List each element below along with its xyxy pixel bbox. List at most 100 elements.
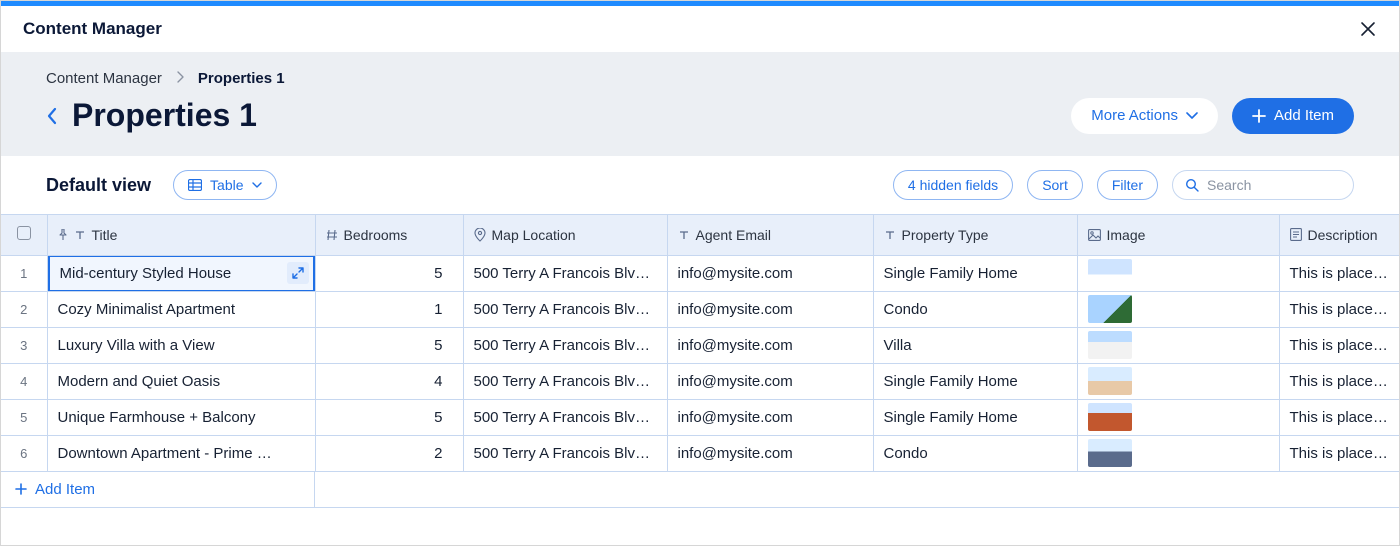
plus-icon	[15, 483, 27, 495]
image-thumbnail[interactable]	[1088, 367, 1132, 395]
cell-image[interactable]	[1077, 435, 1279, 471]
breadcrumb-root[interactable]: Content Manager	[46, 70, 162, 87]
text-type-icon	[884, 229, 896, 241]
cell-location[interactable]: 500 Terry A Francois Blvd,…	[463, 291, 667, 327]
column-header-bedrooms[interactable]: Bedrooms	[315, 215, 463, 255]
add-row-button[interactable]: Add Item	[1, 472, 315, 508]
cell-image[interactable]	[1077, 327, 1279, 363]
row-index[interactable]: 4	[1, 363, 47, 399]
column-header-ptype[interactable]: Property Type	[873, 215, 1077, 255]
image-thumbnail[interactable]	[1088, 331, 1132, 359]
cell-bedrooms[interactable]: 2	[315, 435, 463, 471]
image-thumbnail[interactable]	[1088, 403, 1132, 431]
search-input[interactable]	[1207, 177, 1388, 193]
back-arrow-icon[interactable]	[46, 107, 58, 125]
cell-email[interactable]: info@mysite.com	[667, 435, 873, 471]
search-input-wrap[interactable]	[1172, 170, 1354, 200]
more-actions-button[interactable]: More Actions	[1071, 98, 1218, 134]
table-icon	[188, 179, 202, 191]
table-row[interactable]: 3Luxury Villa with a View5500 Terry A Fr…	[1, 327, 1399, 363]
breadcrumb-current: Properties 1	[198, 70, 285, 87]
cell-bedrooms[interactable]: 4	[315, 363, 463, 399]
cell-description[interactable]: This is placeholde	[1279, 435, 1399, 471]
cell-location[interactable]: 500 Terry A Francois Blvd,…	[463, 363, 667, 399]
cell-title[interactable]: Downtown Apartment - Prime …	[47, 435, 315, 471]
cell-location[interactable]: 500 Terry A Francois Blvd,…	[463, 435, 667, 471]
richtext-type-icon	[1290, 228, 1302, 241]
layout-select-label: Table	[210, 177, 243, 193]
table-row[interactable]: 2Cozy Minimalist Apartment1500 Terry A F…	[1, 291, 1399, 327]
cell-bedrooms[interactable]: 5	[315, 399, 463, 435]
cell-image[interactable]	[1077, 399, 1279, 435]
expand-cell-icon[interactable]	[287, 262, 309, 284]
image-thumbnail[interactable]	[1088, 439, 1132, 467]
cell-property-type[interactable]: Single Family Home	[873, 363, 1077, 399]
cell-email[interactable]: info@mysite.com	[667, 327, 873, 363]
cell-property-type[interactable]: Villa	[873, 327, 1077, 363]
column-header-title[interactable]: Title	[47, 215, 315, 255]
cell-location[interactable]: 500 Terry A Francois Blvd,…	[463, 255, 667, 291]
row-index[interactable]: 1	[1, 255, 47, 291]
cell-description[interactable]: This is placeholde	[1279, 363, 1399, 399]
cell-image[interactable]	[1077, 291, 1279, 327]
sort-label: Sort	[1042, 177, 1068, 193]
row-index[interactable]: 6	[1, 435, 47, 471]
hidden-fields-label: 4 hidden fields	[908, 177, 998, 193]
number-type-icon	[326, 229, 338, 241]
cell-title[interactable]: Cozy Minimalist Apartment	[47, 291, 315, 327]
row-index[interactable]: 2	[1, 291, 47, 327]
column-header-email[interactable]: Agent Email	[667, 215, 873, 255]
column-header-location[interactable]: Map Location	[463, 215, 667, 255]
add-item-label: Add Item	[1274, 107, 1334, 124]
table-row[interactable]: 5Unique Farmhouse + Balcony5500 Terry A …	[1, 399, 1399, 435]
cell-image[interactable]	[1077, 255, 1279, 291]
chevron-down-icon	[252, 182, 262, 189]
cell-bedrooms[interactable]: 1	[315, 291, 463, 327]
cell-title[interactable]: Mid-century Styled House	[47, 255, 315, 291]
row-index[interactable]: 3	[1, 327, 47, 363]
cell-property-type[interactable]: Single Family Home	[873, 255, 1077, 291]
cell-description[interactable]: This is placeholde	[1279, 255, 1399, 291]
close-icon[interactable]	[1359, 20, 1377, 38]
table-row[interactable]: 1Mid-century Styled House5500 Terry A Fr…	[1, 255, 1399, 291]
cell-title[interactable]: Unique Farmhouse + Balcony	[47, 399, 315, 435]
cell-location[interactable]: 500 Terry A Francois Blvd,…	[463, 327, 667, 363]
column-header-image[interactable]: Image	[1077, 215, 1279, 255]
view-name: Default view	[46, 175, 151, 196]
cell-description[interactable]: This is placeholde	[1279, 327, 1399, 363]
cell-description[interactable]: This is placeholde	[1279, 399, 1399, 435]
cell-title[interactable]: Modern and Quiet Oasis	[47, 363, 315, 399]
breadcrumb: Content Manager Properties 1	[46, 70, 1354, 87]
image-thumbnail[interactable]	[1088, 259, 1132, 287]
cell-property-type[interactable]: Condo	[873, 291, 1077, 327]
add-item-button[interactable]: Add Item	[1232, 98, 1354, 134]
row-index[interactable]: 5	[1, 399, 47, 435]
cell-image[interactable]	[1077, 363, 1279, 399]
image-thumbnail[interactable]	[1088, 295, 1132, 323]
cell-description[interactable]: This is placeholde	[1279, 291, 1399, 327]
table-row[interactable]: 4Modern and Quiet Oasis4500 Terry A Fran…	[1, 363, 1399, 399]
cell-bedrooms[interactable]: 5	[315, 327, 463, 363]
layout-select[interactable]: Table	[173, 170, 276, 200]
location-type-icon	[474, 228, 486, 242]
cell-email[interactable]: info@mysite.com	[667, 291, 873, 327]
cell-email[interactable]: info@mysite.com	[667, 255, 873, 291]
cell-location[interactable]: 500 Terry A Francois Blvd,…	[463, 399, 667, 435]
cell-email[interactable]: info@mysite.com	[667, 399, 873, 435]
text-type-icon	[678, 229, 690, 241]
cell-bedrooms[interactable]: 5	[315, 255, 463, 291]
cell-property-type[interactable]: Single Family Home	[873, 399, 1077, 435]
sort-button[interactable]: Sort	[1027, 170, 1083, 200]
hidden-fields-button[interactable]: 4 hidden fields	[893, 170, 1013, 200]
checkbox-icon[interactable]	[17, 226, 31, 240]
more-actions-label: More Actions	[1091, 107, 1178, 124]
chevron-right-icon	[176, 70, 184, 87]
column-header-description[interactable]: Description	[1279, 215, 1399, 255]
select-all-header[interactable]	[1, 215, 47, 255]
cell-property-type[interactable]: Condo	[873, 435, 1077, 471]
cell-title[interactable]: Luxury Villa with a View	[47, 327, 315, 363]
app-title: Content Manager	[23, 19, 162, 39]
filter-button[interactable]: Filter	[1097, 170, 1158, 200]
cell-email[interactable]: info@mysite.com	[667, 363, 873, 399]
table-row[interactable]: 6Downtown Apartment - Prime …2500 Terry …	[1, 435, 1399, 471]
